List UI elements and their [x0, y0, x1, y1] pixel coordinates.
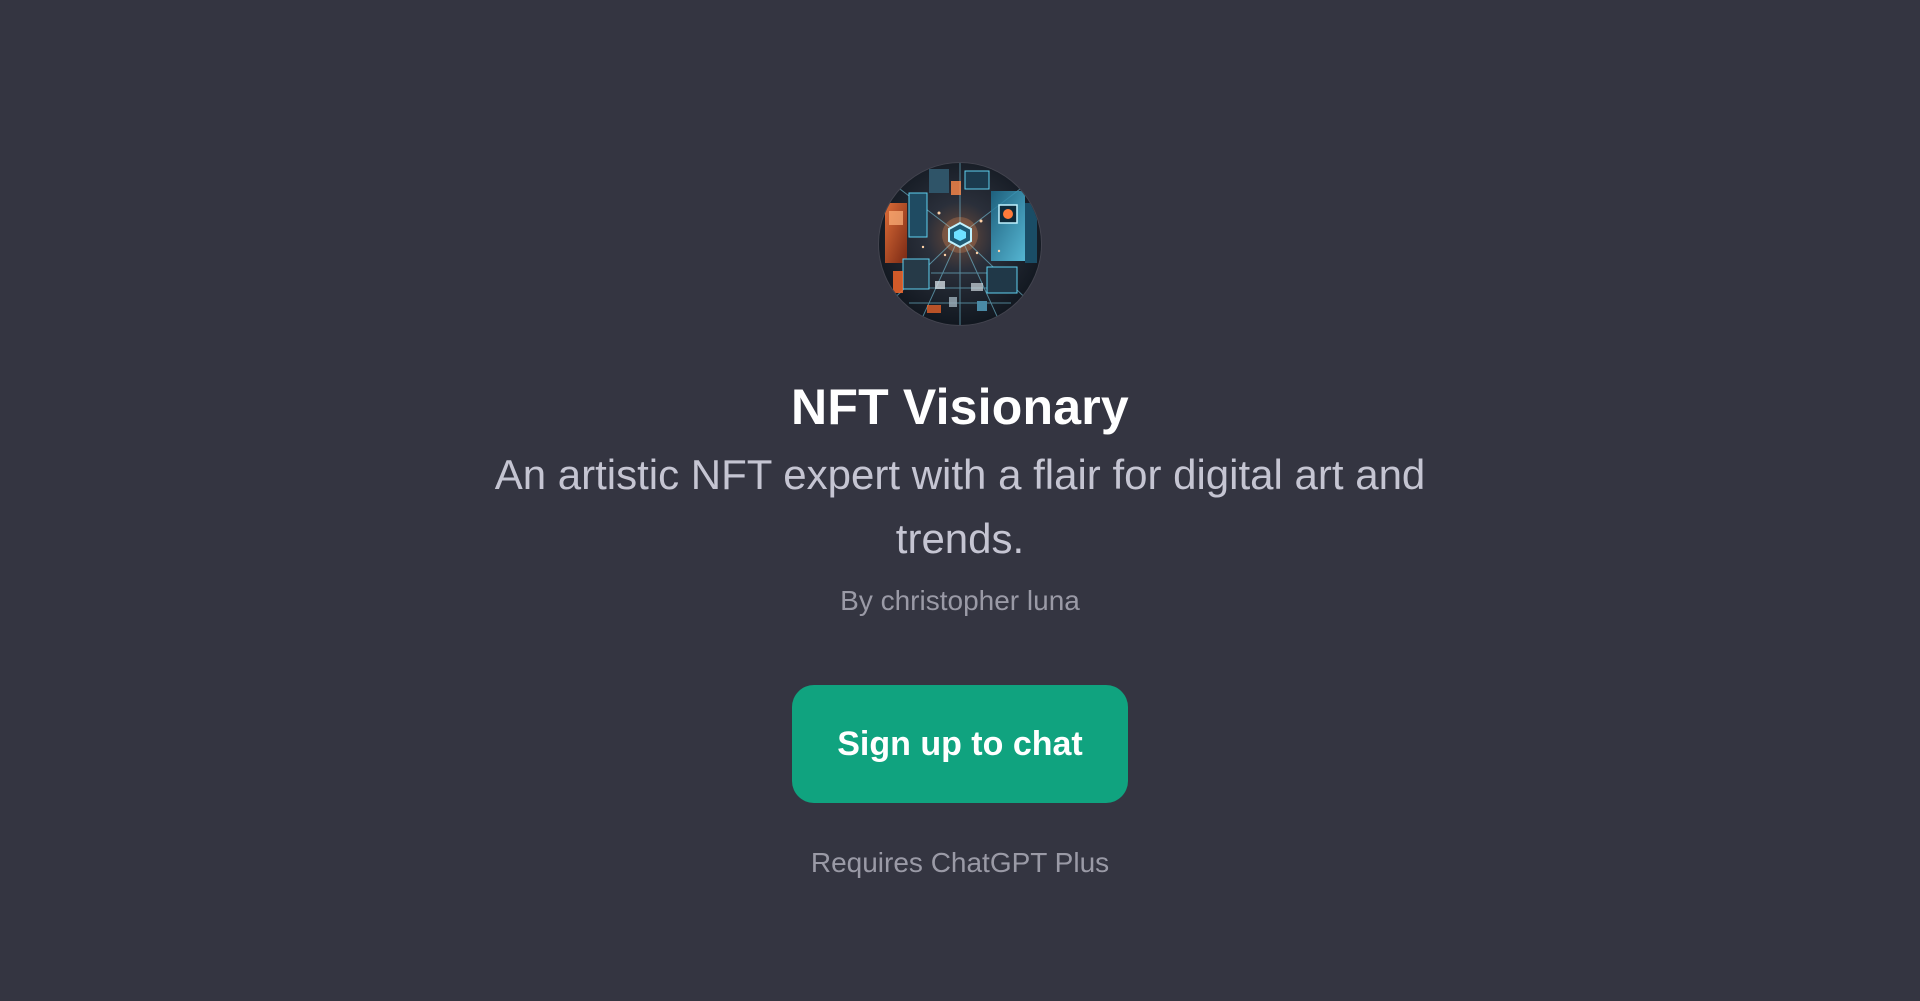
nft-artwork-avatar-icon [879, 163, 1041, 325]
sign-up-button-label: Sign up to chat [837, 724, 1083, 763]
plan-requirement-note: Requires ChatGPT Plus [810, 847, 1110, 878]
gpt-avatar [879, 163, 1041, 325]
gpt-title: NFT Visionary [791, 379, 1129, 435]
gpt-landing-page: NFT Visionary An artistic NFT expert wit… [0, 0, 1920, 1001]
gpt-description: An artistic NFT expert with a flair for … [494, 451, 1426, 562]
gpt-author: By christopher luna [840, 585, 1080, 616]
sign-up-to-chat-button[interactable]: Sign up to chat [792, 685, 1128, 803]
